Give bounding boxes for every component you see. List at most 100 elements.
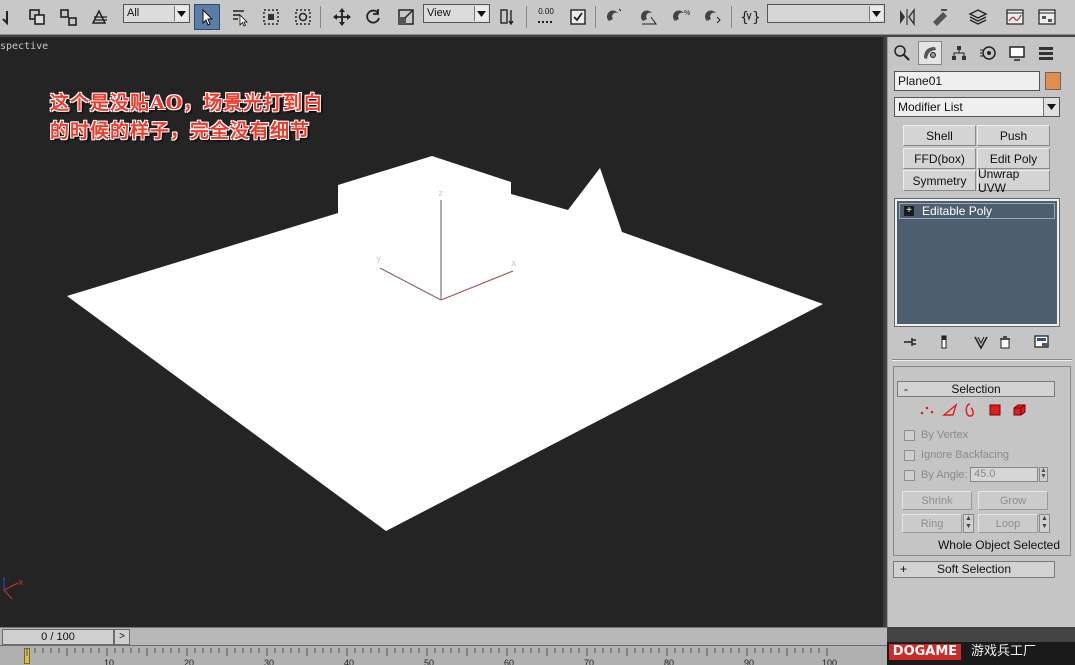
spinner-snap-icon[interactable] [700,4,726,30]
loop-button[interactable]: Loop [978,514,1038,533]
soft-selection-rollout-header[interactable]: + Soft Selection [893,561,1055,578]
next-frame-button[interactable]: > [114,629,130,645]
tick-label: 20 [184,658,195,665]
time-slider[interactable]: 0 / 100 [2,629,114,645]
by-angle-label: By Angle: [921,469,968,481]
tick-label: 90 [744,658,755,665]
angle-spinner[interactable]: ▲ ▼ [1039,467,1048,482]
select-object-button[interactable] [194,4,220,30]
snap-value-label: 0.00 [538,7,554,16]
hierarchy-icon [952,46,966,60]
border-mode-icon[interactable] [961,402,979,418]
polygon-mode-icon[interactable] [986,402,1004,418]
element-mode-icon[interactable] [1010,402,1028,418]
space-warp-icon[interactable] [87,4,113,30]
gizmo-x-label: x [511,259,517,269]
rotate-icon[interactable] [360,4,386,30]
object-name-field[interactable]: Plane01 [894,71,1040,91]
modifier-symmetry-button[interactable]: Symmetry [903,170,976,191]
named-selection-dropdown[interactable] [767,4,885,23]
pin-stack-icon[interactable] [900,333,920,351]
ignore-backfacing-label: Ignore Backfacing [921,449,1010,461]
gizmo-z-label: z [438,189,444,199]
shrink-button[interactable]: Shrink [902,491,972,510]
layer-manager-icon[interactable] [965,4,991,30]
expand-plus-icon: + [900,562,908,576]
angle-value-field[interactable]: 45.0 [970,467,1038,482]
checklist-icon[interactable] [565,4,591,30]
loop-spinner[interactable]: ▲ ▼ [1039,514,1050,533]
rectangular-region-icon[interactable] [258,4,284,30]
modifier-push-button[interactable]: Push [977,125,1050,146]
chevron-down-icon [869,6,883,21]
tab-hierarchy[interactable] [947,41,971,65]
plane-geometry [67,156,823,531]
track-bar[interactable]: 10 20 30 40 50 60 70 80 90 100 [0,645,887,665]
modifier-shell-button[interactable]: Shell [903,125,976,146]
tab-utilities[interactable] [1034,41,1058,65]
pivot-center-icon[interactable] [495,4,521,30]
modifier-ffd-box-button[interactable]: FFD(box) [903,148,976,169]
svg-text:{: { [740,10,749,26]
by-vertex-checkbox[interactable] [904,429,915,441]
ring-button[interactable]: Ring [902,514,962,533]
tick-label: 30 [264,658,275,665]
selection-rollout-header[interactable]: - Selection [897,381,1055,397]
expand-plus-icon[interactable]: + [904,206,914,216]
select-link-icon[interactable] [0,4,18,30]
vertex-mode-icon[interactable] [918,402,936,418]
reference-coordinate-dropdown[interactable]: View [423,4,490,23]
by-angle-checkbox[interactable] [904,469,915,481]
by-vertex-option: By Vertex [904,427,968,443]
object-color-swatch[interactable] [1045,72,1061,90]
tick-label: 60 [504,658,515,665]
snap-toggle-button[interactable]: 0.00 [533,4,559,30]
remove-modifier-icon[interactable] [995,333,1015,351]
angle-snap-icon[interactable] [636,4,662,30]
viewport-label[interactable]: spective [0,41,48,52]
unlink-selection-icon[interactable] [24,4,50,30]
window-crossing-icon[interactable] [290,4,316,30]
tab-modify[interactable] [918,41,942,65]
tab-motion[interactable] [976,41,1000,65]
bind-space-warp-icon[interactable] [55,4,81,30]
ring-spinner[interactable]: ▲ ▼ [963,514,974,533]
chevron-down-icon [1043,98,1059,116]
tick-label: 70 [584,658,595,665]
mirror-icon[interactable] [894,4,920,30]
selection-filter-dropdown[interactable]: All [123,4,190,23]
modifier-stack[interactable]: + Editable Poly [894,198,1060,327]
brand-name: 游戏兵工厂 [971,644,1037,659]
configure-modifier-sets-icon[interactable] [1032,333,1052,351]
modify-icon [924,47,936,59]
by-vertex-label: By Vertex [921,429,969,441]
modifier-unwrap-uvw-button[interactable]: Unwrap UVW [977,167,1050,195]
snap-magnet-3d-icon[interactable] [602,4,628,30]
tab-display[interactable] [1005,41,1029,65]
curve-editor-icon[interactable] [1002,4,1028,30]
scale-icon[interactable] [393,4,419,30]
tick-label: 10 [104,658,115,665]
edge-mode-icon[interactable] [941,402,959,418]
grow-button[interactable]: Grow [978,491,1048,510]
perspective-viewport[interactable]: spective 这个是没贴AO，场景光打到白 的时候的样子，完全没有细节 z … [0,37,885,627]
schematic-view-icon[interactable] [1034,4,1060,30]
command-panel: Plane01 Modifier List Shell Push FFD(box… [887,37,1075,627]
percent-snap-icon[interactable]: % [668,4,694,30]
edit-named-selection-icon[interactable]: {} [736,4,762,30]
tab-create[interactable] [890,41,914,65]
gizmo-y-label: y [376,254,382,264]
ignore-backfacing-checkbox[interactable] [904,449,915,461]
by-angle-option: By Angle: [904,467,967,483]
move-icon[interactable] [329,4,355,30]
align-icon[interactable] [927,4,953,30]
show-end-result-icon[interactable] [934,333,954,351]
selection-filter-value: All [127,7,140,19]
stack-item-editable-poly[interactable]: + Editable Poly [899,203,1055,219]
modifier-list-dropdown[interactable]: Modifier List [894,97,1060,117]
make-unique-icon[interactable] [971,333,991,351]
toolbar-divider [731,6,732,28]
select-by-name-icon[interactable] [227,4,253,30]
time-slider-bar: 0 / 100 > [0,627,887,645]
collapse-minus-icon: - [904,382,908,396]
